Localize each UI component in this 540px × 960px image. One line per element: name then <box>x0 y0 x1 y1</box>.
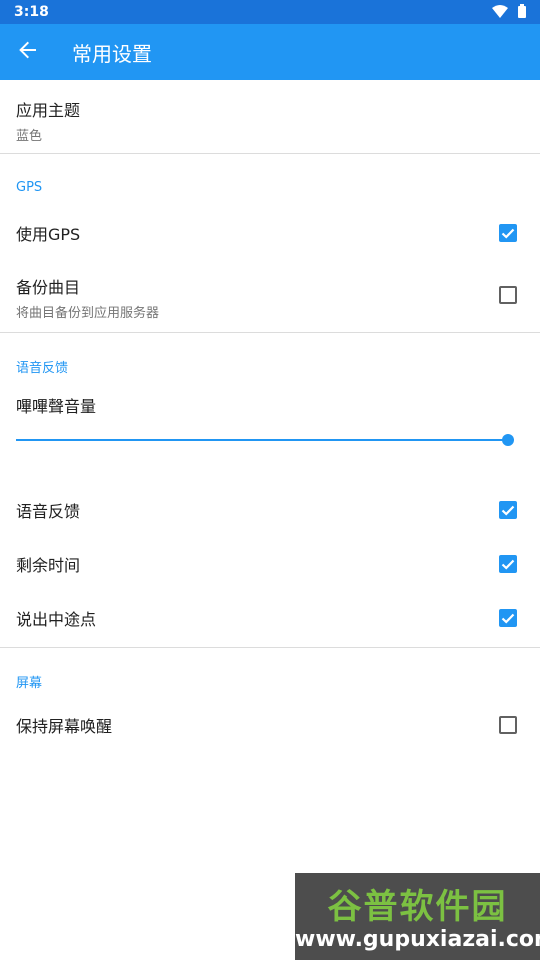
page-title: 常用设置 <box>72 41 152 66</box>
keep-awake-checkbox[interactable] <box>499 716 517 734</box>
waypoints-setting[interactable]: 说出中途点 <box>0 591 540 645</box>
voice-feedback-checkbox[interactable] <box>499 501 517 519</box>
beep-volume-title: 嗶嗶聲音量 <box>16 397 97 416</box>
voice-feedback-title: 语音反馈 <box>16 502 81 521</box>
theme-value: 蓝色 <box>16 129 43 144</box>
voice-feedback-setting[interactable]: 语音反馈 <box>0 483 540 537</box>
remaining-time-checkbox[interactable] <box>499 555 517 573</box>
theme-setting[interactable]: 应用主题 蓝色 <box>0 80 540 153</box>
battery-icon <box>518 3 526 22</box>
waypoints-title: 说出中途点 <box>16 610 97 629</box>
keep-awake-setting[interactable]: 保持屏幕唤醒 <box>0 698 540 752</box>
backup-title: 备份曲目 <box>16 278 81 297</box>
status-time: 3:18 <box>14 4 49 20</box>
use-gps-setting[interactable]: 使用GPS <box>0 206 540 260</box>
backup-subtitle: 将曲目备份到应用服务器 <box>16 306 160 321</box>
watermark-brand: 谷普软件园 <box>327 887 508 927</box>
arrow-back-icon <box>19 41 37 63</box>
beep-volume-setting: 嗶嗶聲音量 <box>0 383 540 483</box>
section-header-voice: 语音反馈 <box>16 361 69 376</box>
use-gps-checkbox[interactable] <box>499 224 517 242</box>
beep-volume-slider[interactable] <box>16 439 508 441</box>
app-bar: 常用设置 <box>0 24 540 80</box>
watermark: 谷普软件园 www.gupuxiazai.com <box>295 873 540 960</box>
beep-volume-slider-thumb[interactable] <box>502 434 514 446</box>
section-header-gps: GPS <box>16 180 43 195</box>
wifi-icon <box>492 3 508 22</box>
back-button[interactable] <box>0 24 56 80</box>
remaining-time-setting[interactable]: 剩余时间 <box>0 537 540 591</box>
backup-checkbox[interactable] <box>499 286 517 304</box>
waypoints-checkbox[interactable] <box>499 609 517 627</box>
settings-list: 应用主题 蓝色 GPS 使用GPS 备份曲目 将曲目备份到应用服务器 语音反馈 … <box>0 80 540 752</box>
backup-setting[interactable]: 备份曲目 将曲目备份到应用服务器 <box>0 260 540 332</box>
keep-awake-title: 保持屏幕唤醒 <box>16 717 113 736</box>
remaining-time-title: 剩余时间 <box>16 556 81 575</box>
theme-title: 应用主题 <box>16 101 81 120</box>
section-header-screen: 屏幕 <box>16 676 43 691</box>
status-icons <box>492 3 526 22</box>
status-bar: 3:18 <box>0 0 540 24</box>
use-gps-title: 使用GPS <box>16 225 81 244</box>
watermark-url: www.gupuxiazai.com <box>295 927 540 952</box>
